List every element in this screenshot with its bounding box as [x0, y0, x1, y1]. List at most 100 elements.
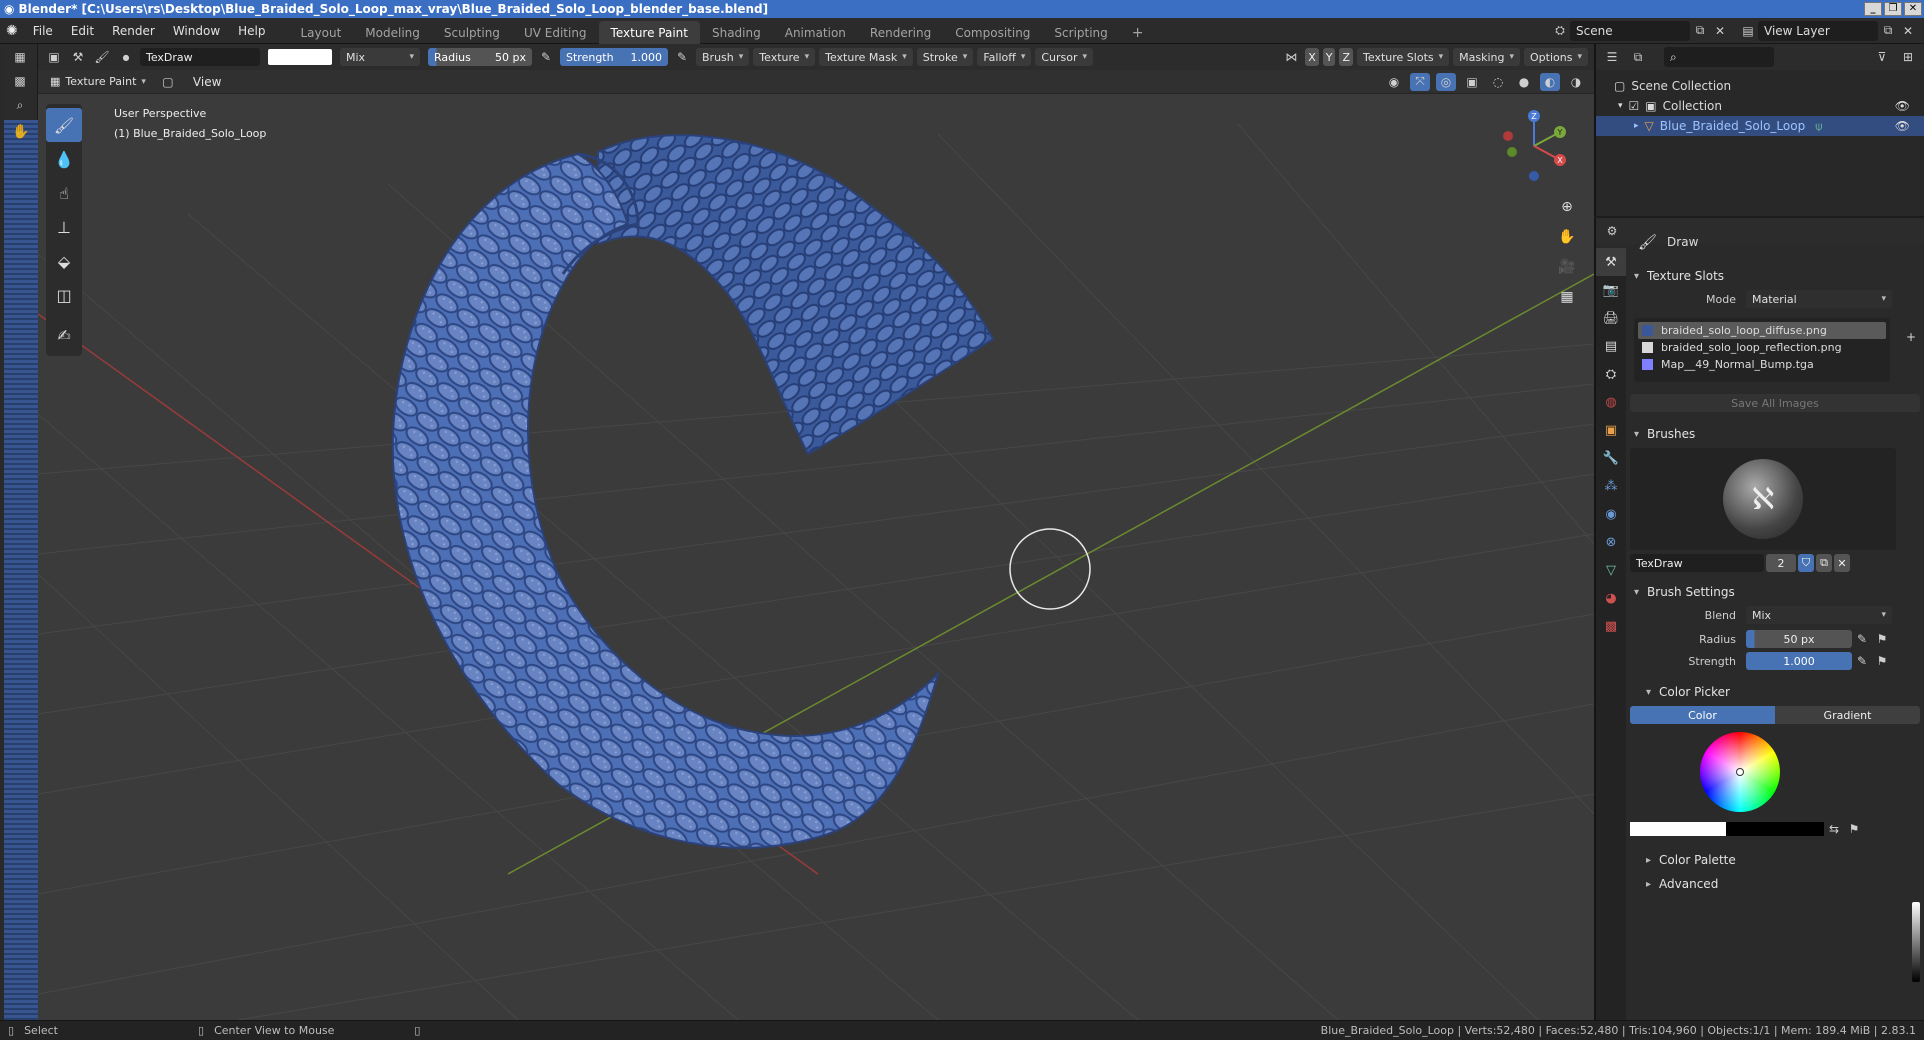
- tab-layout[interactable]: Layout: [289, 21, 354, 45]
- tab-animation[interactable]: Animation: [773, 21, 858, 45]
- draw-tool-icon[interactable]: 🖌: [46, 108, 82, 142]
- menu-render[interactable]: Render: [103, 24, 164, 38]
- menu-file[interactable]: File: [24, 24, 62, 38]
- tab-compositing[interactable]: Compositing: [943, 21, 1042, 45]
- color-wheel-cursor[interactable]: [1736, 768, 1744, 776]
- expand-icon[interactable]: ▾: [1618, 96, 1623, 116]
- color-palette-panel-header[interactable]: Color Palette: [1626, 848, 1924, 872]
- duplicate-brush-icon[interactable]: ⧉: [1816, 554, 1832, 572]
- gizmo-toggle-icon[interactable]: ⤧: [1410, 72, 1430, 91]
- particles-tab-icon[interactable]: ⁂: [1596, 472, 1626, 500]
- tab-gradient[interactable]: Gradient: [1775, 706, 1920, 724]
- strength-pressure-icon[interactable]: ✎: [1852, 652, 1872, 670]
- expand-icon[interactable]: ▸: [1634, 116, 1639, 136]
- color-pressure-icon[interactable]: ⚑: [1844, 820, 1864, 838]
- tab-uv-editing[interactable]: UV Editing: [512, 21, 599, 45]
- world-tab-icon[interactable]: ◍: [1596, 388, 1626, 416]
- tab-modeling[interactable]: Modeling: [353, 21, 432, 45]
- texture-slot-item[interactable]: Map__49_Normal_Bump.tga: [1638, 356, 1886, 373]
- slot-mode-dropdown[interactable]: Material: [1746, 290, 1892, 308]
- view-layer-tab-icon[interactable]: ▤: [1596, 332, 1626, 360]
- solid-shading-icon[interactable]: ●: [1514, 73, 1534, 91]
- editor-type-icon[interactable]: ▦: [10, 48, 30, 66]
- brush-radius-slider[interactable]: 50 px: [1746, 630, 1852, 648]
- scene-icon[interactable]: ⛭: [1550, 22, 1570, 40]
- tool-tab-icon[interactable]: ⚒: [1596, 248, 1626, 276]
- options-menu[interactable]: Options: [1524, 48, 1588, 66]
- strength-lock-icon[interactable]: ⚑: [1872, 652, 1892, 670]
- brush-icon[interactable]: 🖌: [92, 48, 112, 66]
- menu-edit[interactable]: Edit: [62, 24, 103, 38]
- braided-loop-mesh[interactable]: [391, 134, 995, 849]
- advanced-panel-header[interactable]: Advanced: [1626, 872, 1924, 896]
- symmetry-y-toggle[interactable]: Y: [1322, 48, 1336, 66]
- blend-mode-dropdown[interactable]: Mix: [340, 48, 420, 66]
- swap-colors-icon[interactable]: ⇆: [1824, 820, 1844, 838]
- soften-tool-icon[interactable]: 💧: [46, 142, 82, 176]
- minimize-button[interactable]: _: [1864, 2, 1882, 16]
- brush-settings-panel-header[interactable]: Brush Settings: [1626, 580, 1924, 604]
- output-tab-icon[interactable]: 🖨: [1596, 304, 1626, 332]
- save-all-images-button[interactable]: Save All Images: [1630, 394, 1920, 412]
- radius-pressure-icon[interactable]: ✎: [1852, 630, 1872, 648]
- outliner-search-input[interactable]: ⌕: [1664, 47, 1774, 67]
- brush-blend-dropdown[interactable]: Mix: [1746, 606, 1892, 624]
- view-menu[interactable]: View: [184, 75, 230, 89]
- pan-view-icon[interactable]: ✋: [1554, 224, 1580, 250]
- view-layer-icon[interactable]: ▤: [1738, 22, 1758, 40]
- zoom-view-icon[interactable]: ⊕: [1554, 194, 1580, 220]
- outliner-row-object[interactable]: ▸ ▽ Blue_Braided_Solo_Loop ⍦ 👁: [1596, 116, 1924, 136]
- brush-menu[interactable]: Brush: [696, 48, 750, 66]
- texture-mask-menu[interactable]: Texture Mask: [819, 48, 913, 66]
- radius-unit-icon[interactable]: ⚑: [1872, 630, 1892, 648]
- outliner-row-scene-collection[interactable]: ▢ Scene Collection: [1614, 76, 1924, 96]
- visibility-eye-icon[interactable]: 👁: [1895, 96, 1910, 116]
- brush-strength-slider[interactable]: 1.000: [1746, 652, 1852, 670]
- hand-pan-icon[interactable]: ✋: [12, 124, 30, 140]
- close-button[interactable]: ✕: [1904, 2, 1922, 16]
- tab-texture-paint[interactable]: Texture Paint: [598, 20, 700, 45]
- view-layer-selector[interactable]: View Layer: [1758, 20, 1878, 41]
- display-mode-icon[interactable]: ⧉: [1628, 48, 1648, 66]
- symmetry-z-toggle[interactable]: Z: [1339, 48, 1354, 66]
- symmetry-x-toggle[interactable]: X: [1305, 48, 1319, 66]
- radius-slider[interactable]: Radius 50 px: [428, 48, 532, 66]
- properties-editor-icon[interactable]: ⚙: [1602, 222, 1622, 240]
- fake-user-icon[interactable]: ⛉: [1798, 554, 1814, 572]
- texture-tab-icon[interactable]: ▩: [1596, 612, 1626, 640]
- symmetry-icon[interactable]: ⋈: [1281, 48, 1301, 66]
- tab-color[interactable]: Color: [1630, 706, 1775, 724]
- editor-type-3d-icon[interactable]: ▣: [44, 48, 64, 66]
- scene-tab-icon[interactable]: ⛭: [1596, 360, 1626, 388]
- brush-users-count[interactable]: 2: [1766, 554, 1796, 572]
- tab-scripting[interactable]: Scripting: [1042, 21, 1119, 45]
- xray-toggle-icon[interactable]: ▣: [1462, 73, 1482, 91]
- stroke-menu[interactable]: Stroke: [916, 48, 974, 66]
- camera-view-icon[interactable]: 🎥: [1554, 254, 1580, 280]
- brush-name-field[interactable]: TexDraw: [140, 48, 260, 66]
- wireframe-shading-icon[interactable]: ◌: [1488, 73, 1508, 91]
- 3d-viewport[interactable]: ▣ ⚒ 🖌 ● TexDraw Mix Radius50 px ✎ Streng…: [38, 44, 1594, 1020]
- blender-menu-icon[interactable]: ✺: [6, 23, 18, 39]
- remove-scene-icon[interactable]: ✕: [1710, 22, 1730, 40]
- outliner-row-collection[interactable]: ▾ ☑ ▣ Collection 👁: [1614, 96, 1924, 116]
- new-collection-icon[interactable]: ⊞: [1898, 48, 1918, 66]
- remove-view-layer-icon[interactable]: ✕: [1898, 22, 1918, 40]
- clone-tool-icon[interactable]: ⊥: [46, 210, 82, 244]
- secondary-color-swatch[interactable]: [1726, 822, 1824, 836]
- navigation-gizmo[interactable]: Z Y X: [1494, 106, 1574, 186]
- tab-sculpting[interactable]: Sculpting: [432, 21, 512, 45]
- tool-settings-icon[interactable]: ⚒: [68, 48, 88, 66]
- texture-menu[interactable]: Texture: [753, 48, 816, 66]
- render-tab-icon[interactable]: 📷: [1596, 276, 1626, 304]
- view-object-types-icon[interactable]: ◉: [1384, 73, 1404, 91]
- radius-pressure-icon[interactable]: ✎: [536, 48, 556, 66]
- strength-pressure-icon[interactable]: ✎: [672, 48, 692, 66]
- rendered-shading-icon[interactable]: ◑: [1566, 73, 1586, 91]
- menu-help[interactable]: Help: [229, 24, 274, 38]
- primary-color-swatch[interactable]: [1630, 822, 1726, 836]
- texture-slots-panel-header[interactable]: Texture Slots: [1626, 264, 1924, 288]
- modifier-tab-icon[interactable]: 🔧: [1596, 444, 1626, 472]
- cursor-menu[interactable]: Cursor: [1035, 48, 1094, 66]
- brush-preview[interactable]: ℵ: [1630, 448, 1896, 550]
